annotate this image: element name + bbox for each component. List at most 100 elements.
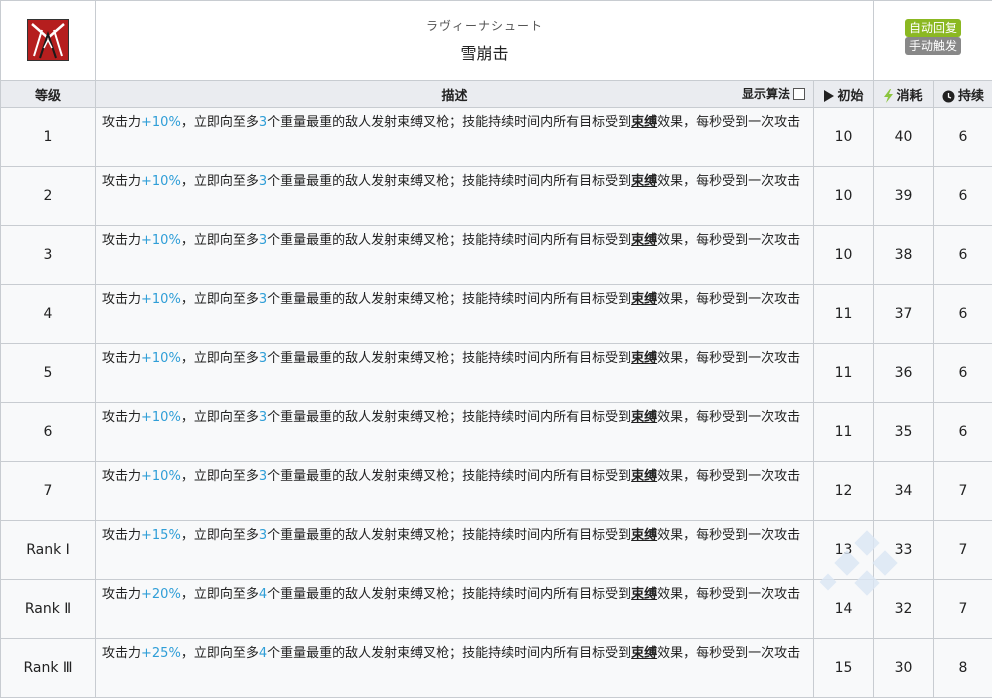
- desc-text: 攻击力: [102, 351, 141, 366]
- desc-text: 个重量最重的敌人发射束缚叉枪；技能持续时间内所有目标受到: [267, 469, 631, 484]
- skill-tags-cell: 自动回复手动触发: [874, 1, 992, 81]
- col-header-initial-label: 初始: [837, 89, 863, 104]
- target-count: 3: [259, 292, 267, 307]
- desc-text: 个重量最重的敌人发射束缚叉枪；技能持续时间内所有目标受到: [267, 115, 631, 130]
- desc-text: 攻击力: [102, 174, 141, 189]
- desc-text: ，立即向至多: [181, 410, 259, 425]
- target-count: 3: [259, 351, 267, 366]
- sp-cost-cell: 38: [874, 226, 934, 285]
- col-header-duration-label: 持续: [958, 89, 984, 104]
- duration-cell: 7: [934, 462, 992, 521]
- initial-sp-cell: 13: [814, 521, 874, 580]
- desc-text: ，立即向至多: [181, 587, 259, 602]
- description-cell: 攻击力+10%，立即向至多3个重量最重的敌人发射束缚叉枪；技能持续时间内所有目标…: [96, 108, 814, 167]
- bind-keyword-link[interactable]: 束缚: [631, 646, 657, 661]
- desc-text: 效果，每秒受到一次攻击: [657, 587, 800, 602]
- desc-text: 攻击力: [102, 233, 141, 248]
- target-count: 3: [259, 174, 267, 189]
- column-header-row: 等级 描述 显示算法 初始 消耗 持续: [1, 81, 992, 108]
- initial-sp-cell: 10: [814, 226, 874, 285]
- desc-text: 攻击力: [102, 469, 141, 484]
- atk-value: +10%: [141, 469, 181, 484]
- duration-cell: 6: [934, 344, 992, 403]
- level-cell: 6: [1, 403, 96, 462]
- bind-keyword-link[interactable]: 束缚: [631, 115, 657, 130]
- initial-sp-cell: 11: [814, 344, 874, 403]
- table-row: 3攻击力+10%，立即向至多3个重量最重的敌人发射束缚叉枪；技能持续时间内所有目…: [1, 226, 992, 285]
- show-formula-checkbox[interactable]: [793, 88, 805, 100]
- table-row: Rank Ⅱ攻击力+20%，立即向至多4个重量最重的敌人发射束缚叉枪；技能持续时…: [1, 580, 992, 639]
- desc-text: 个重量最重的敌人发射束缚叉枪；技能持续时间内所有目标受到: [267, 174, 631, 189]
- desc-text: 个重量最重的敌人发射束缚叉枪；技能持续时间内所有目标受到: [267, 528, 631, 543]
- initial-sp-cell: 15: [814, 639, 874, 698]
- sp-cost-cell: 32: [874, 580, 934, 639]
- skill-level-rows: 1攻击力+10%，立即向至多3个重量最重的敌人发射束缚叉枪；技能持续时间内所有目…: [1, 108, 992, 698]
- bind-keyword-link[interactable]: 束缚: [631, 528, 657, 543]
- desc-text: 攻击力: [102, 292, 141, 307]
- level-cell: 5: [1, 344, 96, 403]
- desc-text: 攻击力: [102, 115, 141, 130]
- table-row: Rank Ⅰ攻击力+15%，立即向至多3个重量最重的敌人发射束缚叉枪；技能持续时…: [1, 521, 992, 580]
- col-header-cost: 消耗: [874, 81, 934, 108]
- atk-value: +10%: [141, 351, 181, 366]
- duration-cell: 6: [934, 285, 992, 344]
- desc-text: 个重量最重的敌人发射束缚叉枪；技能持续时间内所有目标受到: [267, 233, 631, 248]
- initial-sp-cell: 10: [814, 108, 874, 167]
- level-cell: 3: [1, 226, 96, 285]
- atk-value: +10%: [141, 292, 181, 307]
- duration-cell: 6: [934, 108, 992, 167]
- bind-keyword-link[interactable]: 束缚: [631, 292, 657, 307]
- sp-cost-cell: 35: [874, 403, 934, 462]
- col-header-description: 描述 显示算法: [96, 81, 814, 108]
- table-row: 4攻击力+10%，立即向至多3个重量最重的敌人发射束缚叉枪；技能持续时间内所有目…: [1, 285, 992, 344]
- col-header-level: 等级: [1, 81, 96, 108]
- desc-text: 攻击力: [102, 410, 141, 425]
- sp-cost-cell: 40: [874, 108, 934, 167]
- desc-text: 效果，每秒受到一次攻击: [657, 174, 800, 189]
- desc-text: 效果，每秒受到一次攻击: [657, 351, 800, 366]
- show-formula-toggle[interactable]: 显示算法: [742, 85, 805, 102]
- desc-text: 效果，每秒受到一次攻击: [657, 528, 800, 543]
- atk-value: +20%: [141, 587, 181, 602]
- level-cell: 1: [1, 108, 96, 167]
- level-cell: Rank Ⅱ: [1, 580, 96, 639]
- bind-keyword-link[interactable]: 束缚: [631, 410, 657, 425]
- atk-value: +10%: [141, 410, 181, 425]
- desc-text: ，立即向至多: [181, 351, 259, 366]
- skill-name-jp: ラヴィーナシュート: [96, 17, 873, 34]
- description-cell: 攻击力+25%，立即向至多4个重量最重的敌人发射束缚叉枪；技能持续时间内所有目标…: [96, 639, 814, 698]
- target-count: 4: [259, 587, 267, 602]
- atk-value: +10%: [141, 174, 181, 189]
- duration-cell: 6: [934, 226, 992, 285]
- desc-text: ，立即向至多: [181, 115, 259, 130]
- skill-header-row: ラヴィーナシュート 雪崩击 自动回复手动触发: [1, 1, 992, 81]
- desc-text: ，立即向至多: [181, 233, 259, 248]
- desc-text: 个重量最重的敌人发射束缚叉枪；技能持续时间内所有目标受到: [267, 292, 631, 307]
- desc-text: 个重量最重的敌人发射束缚叉枪；技能持续时间内所有目标受到: [267, 410, 631, 425]
- initial-sp-cell: 12: [814, 462, 874, 521]
- sp-cost-cell: 39: [874, 167, 934, 226]
- sp-cost-cell: 36: [874, 344, 934, 403]
- atk-value: +25%: [141, 646, 181, 661]
- initial-sp-cell: 10: [814, 167, 874, 226]
- bind-keyword-link[interactable]: 束缚: [631, 587, 657, 602]
- level-cell: 7: [1, 462, 96, 521]
- bind-keyword-link[interactable]: 束缚: [631, 174, 657, 189]
- sp-cost-cell: 30: [874, 639, 934, 698]
- description-cell: 攻击力+10%，立即向至多3个重量最重的敌人发射束缚叉枪；技能持续时间内所有目标…: [96, 226, 814, 285]
- show-formula-label: 显示算法: [742, 85, 790, 102]
- atk-value: +15%: [141, 528, 181, 543]
- target-count: 3: [259, 528, 267, 543]
- level-cell: 2: [1, 167, 96, 226]
- bind-keyword-link[interactable]: 束缚: [631, 233, 657, 248]
- bind-keyword-link[interactable]: 束缚: [631, 351, 657, 366]
- desc-text: ，立即向至多: [181, 174, 259, 189]
- sp-cost-cell: 33: [874, 521, 934, 580]
- bind-keyword-link[interactable]: 束缚: [631, 469, 657, 484]
- description-cell: 攻击力+10%，立即向至多3个重量最重的敌人发射束缚叉枪；技能持续时间内所有目标…: [96, 403, 814, 462]
- col-header-duration: 持续: [934, 81, 992, 108]
- target-count: 4: [259, 646, 267, 661]
- desc-text: ，立即向至多: [181, 469, 259, 484]
- table-row: 5攻击力+10%，立即向至多3个重量最重的敌人发射束缚叉枪；技能持续时间内所有目…: [1, 344, 992, 403]
- skill-table: ラヴィーナシュート 雪崩击 自动回复手动触发 等级 描述 显示算法 初始 消耗 …: [0, 0, 992, 698]
